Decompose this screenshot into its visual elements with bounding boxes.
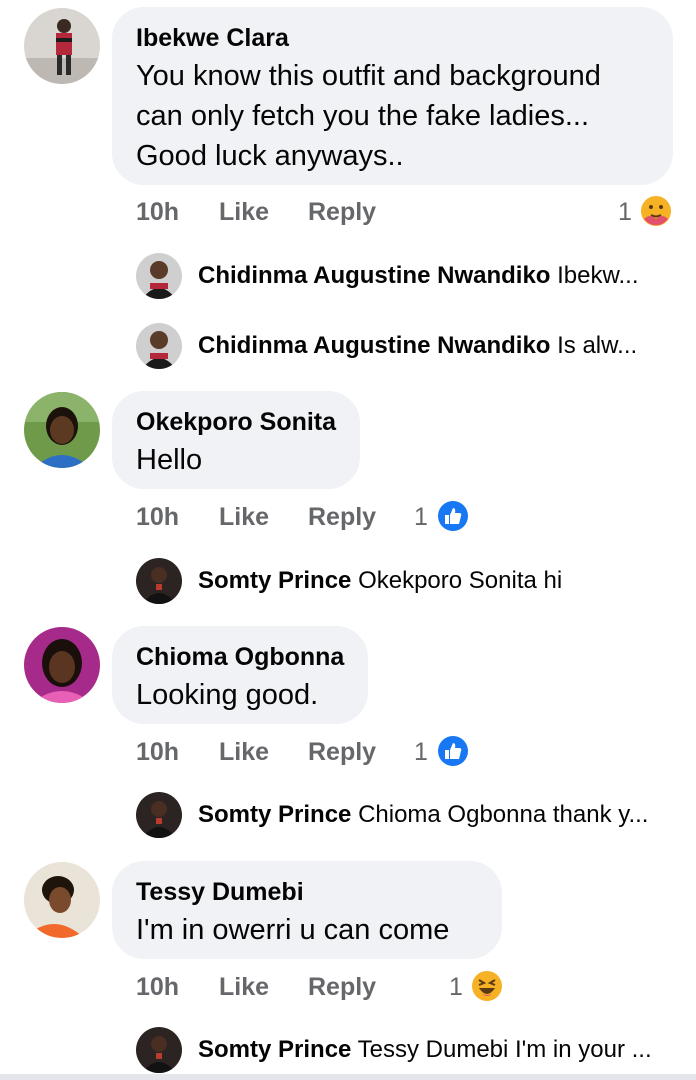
comment-text-line: can only fetch you the fake ladies... [136, 100, 589, 132]
like-icon [437, 500, 468, 531]
reply-author[interactable]: Chidinma Augustine Nwandiko [198, 262, 550, 289]
comment-text-line: Looking good. [136, 679, 319, 711]
reply-preview: Chioma Ogbonna thank y... [358, 801, 649, 828]
avatar-chidinma[interactable] [136, 323, 182, 369]
like-button[interactable]: Like [219, 973, 269, 1002]
comment-author[interactable]: Chioma Ogbonna [136, 643, 344, 672]
reply-item[interactable]: Somty Prince Tessy Dumebi I'm in your ..… [198, 1036, 668, 1064]
comment-time[interactable]: 10h [136, 738, 179, 767]
reaction-count[interactable]: 1 [414, 738, 428, 767]
reply-item[interactable]: Somty Prince Okekporo Sonita hi [198, 567, 668, 595]
avatar-tessy-dumebi[interactable] [24, 862, 100, 938]
reply-button[interactable]: Reply [308, 973, 376, 1002]
comment-text-line: You know this outfit and background [136, 60, 601, 92]
reaction-count[interactable]: 1 [449, 973, 463, 1002]
like-button[interactable]: Like [219, 198, 269, 227]
reply-preview: Okekporo Sonita hi [358, 567, 563, 594]
like-icon [437, 735, 468, 766]
comment-time[interactable]: 10h [136, 503, 179, 532]
reply-item[interactable]: Chidinma Augustine Nwandiko Ibekw... [198, 262, 668, 290]
avatar-okekporo-sonita[interactable] [24, 392, 100, 468]
avatar-somty-prince[interactable] [136, 1027, 182, 1073]
comment-time[interactable]: 10h [136, 198, 179, 227]
reply-item[interactable]: Somty Prince Chioma Ogbonna thank y... [198, 801, 668, 829]
comment-text-line: Good luck anyways.. [136, 140, 404, 172]
like-button[interactable]: Like [219, 738, 269, 767]
comment-author[interactable]: Tessy Dumebi [136, 878, 304, 907]
comment-text-line: Hello [136, 444, 203, 476]
comment-author[interactable]: Okekporo Sonita [136, 408, 336, 437]
reply-button[interactable]: Reply [308, 503, 376, 532]
reply-author[interactable]: Somty Prince [198, 801, 351, 828]
reply-preview: Ibekw... [557, 262, 639, 289]
avatar-chidinma[interactable] [136, 253, 182, 299]
like-button[interactable]: Like [219, 503, 269, 532]
reaction-count[interactable]: 1 [618, 198, 632, 227]
bottom-divider [0, 1074, 696, 1080]
avatar-somty-prince[interactable] [136, 558, 182, 604]
comment-time[interactable]: 10h [136, 973, 179, 1002]
reaction-count[interactable]: 1 [414, 503, 428, 532]
avatar-chioma-ogbonna[interactable] [24, 627, 100, 703]
reply-button[interactable]: Reply [308, 198, 376, 227]
reply-author[interactable]: Chidinma Augustine Nwandiko [198, 332, 550, 359]
care-emoji-icon [640, 195, 671, 226]
comment-author[interactable]: Ibekwe Clara [136, 24, 289, 53]
haha-emoji-icon [471, 970, 502, 1001]
reply-item[interactable]: Chidinma Augustine Nwandiko Is alw... [198, 332, 668, 360]
reply-author[interactable]: Somty Prince [198, 567, 351, 594]
reply-preview: Tessy Dumebi I'm in your ... [357, 1036, 652, 1063]
comment-text-line: I'm in owerri u can come [136, 914, 450, 946]
reply-author[interactable]: Somty Prince [198, 1036, 351, 1063]
reply-button[interactable]: Reply [308, 738, 376, 767]
avatar-somty-prince[interactable] [136, 792, 182, 838]
reply-preview: Is alw... [557, 332, 638, 359]
avatar-ibekwe-clara[interactable] [24, 8, 100, 84]
